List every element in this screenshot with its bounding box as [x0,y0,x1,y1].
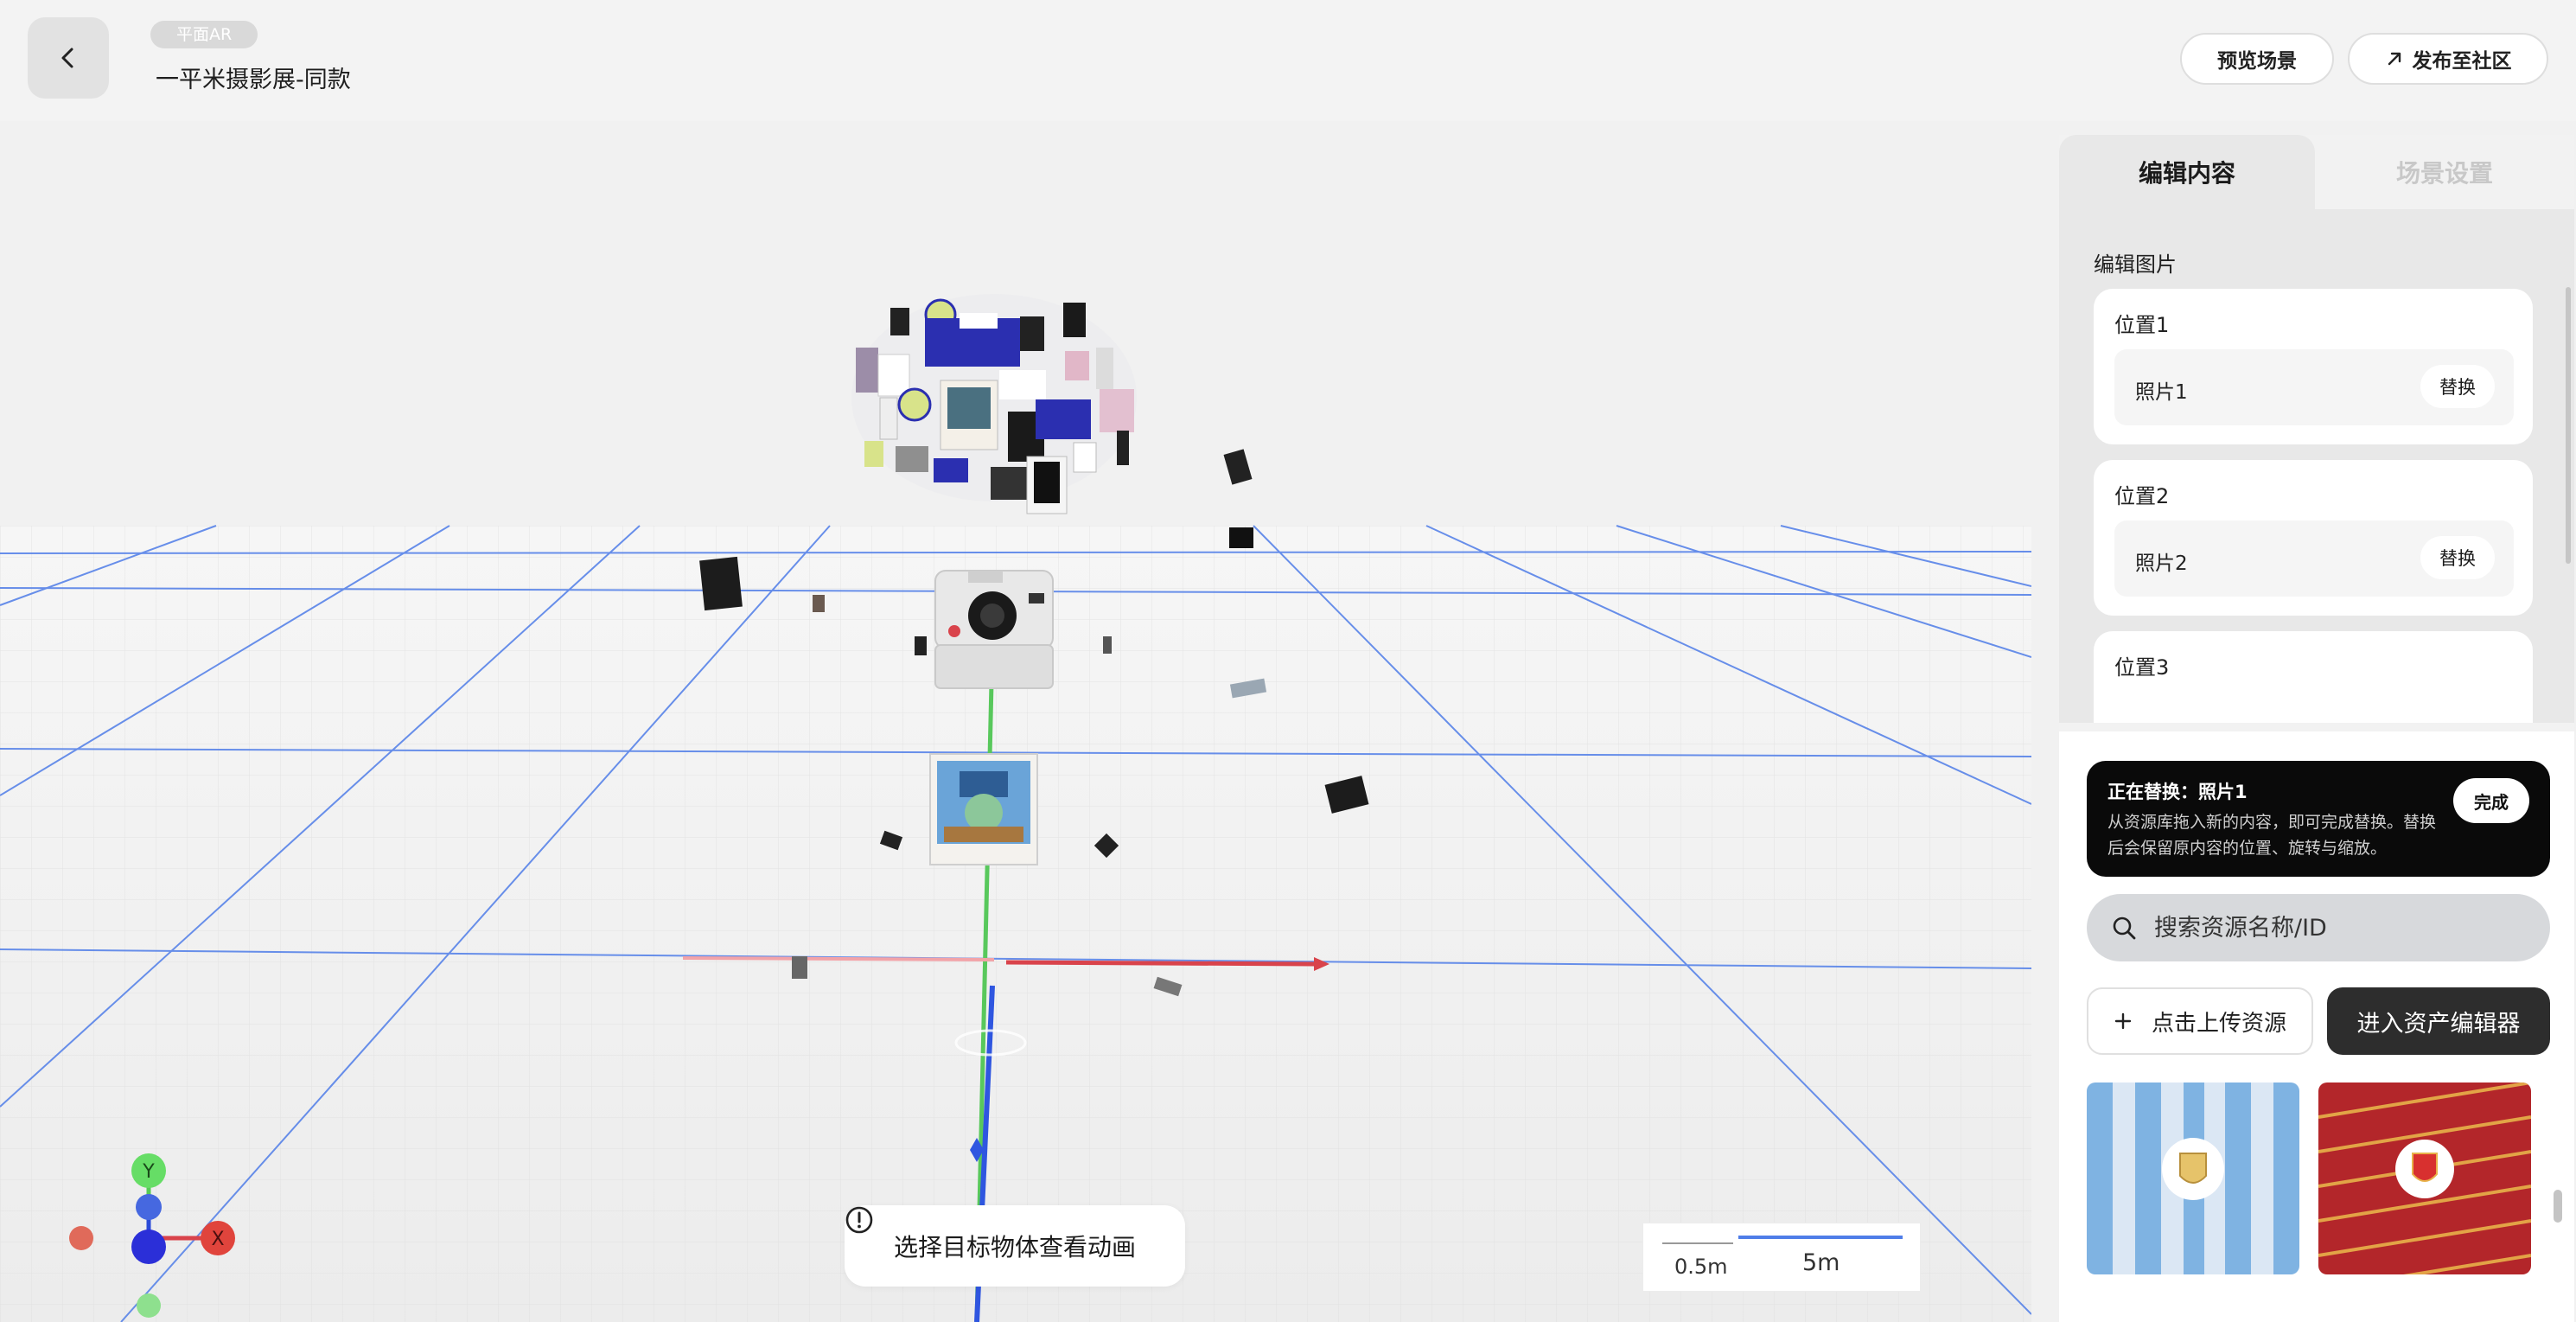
scene-viewport[interactable]: Y X 选择目标物体查看动画 0.5m 5m [0,121,2031,1322]
argentina-jersey-thumbnail[interactable] [2087,1083,2299,1274]
target-photo-frame[interactable] [929,753,1038,865]
spain-jersey-thumbnail[interactable] [2318,1083,2531,1274]
position-card: 位置3 [2094,631,2533,723]
publish-community-button[interactable]: 发布至社区 [2348,33,2548,85]
scale-line-large [1738,1236,1903,1239]
preview-scene-label: 预览场景 [2217,50,2297,73]
panel-tabs: 编辑内容 场景设置 [2059,135,2574,209]
replacing-title: 正在替换：照片1 [2107,782,2248,802]
replacing-description: 从资源库拖入新的内容，即可完成替换。替换后会保留原内容的位置、旋转与缩放。 [2107,813,2437,858]
replace-button[interactable]: 替换 [2420,536,2495,579]
photo-name: 照片2 [2135,552,2188,575]
gizmo-x-label: X [211,1229,224,1250]
library-scrollbar[interactable] [2554,1190,2562,1223]
scale-line-small [1662,1242,1733,1244]
asset-editor-button[interactable]: 进入资产编辑器 [2327,987,2550,1055]
x-axis-negative-line [682,956,995,961]
chevron-left-icon [61,48,73,68]
replace-button[interactable]: 替换 [2420,365,2495,408]
scale-small-label: 0.5m [1674,1255,1728,1279]
list-scrollbar[interactable] [2566,287,2571,564]
polaroid-camera-model[interactable] [934,570,1054,689]
position-title: 位置1 [2114,313,2170,337]
upload-resource-button[interactable]: 点击上传资源 [2087,987,2313,1055]
position-title: 位置3 [2114,655,2170,680]
position-title: 位置2 [2114,484,2170,508]
tab-scene-settings[interactable]: 场景设置 [2315,135,2574,209]
arrow-up-right-icon [2388,52,2401,66]
photo-row: 照片2 替换 [2114,520,2514,597]
section-title: 编辑图片 [2094,252,2177,277]
search-icon [2113,916,2136,940]
ar-scene-editor: 平面AR 一平米摄影展-同款 预览场景 发布至社区 Y X 选择目标物体查看动画… [0,0,2576,1322]
done-button[interactable]: 完成 [2453,778,2529,823]
scale-large-label: 5m [1802,1249,1840,1276]
page-title: 一平米摄影展-同款 [156,67,351,93]
animation-hint-toast: 选择目标物体查看动画 [845,1205,1185,1287]
resource-search[interactable] [2087,894,2550,961]
animation-hint-text: 选择目标物体查看动画 [893,1233,1136,1261]
scene-type-tag: 平面AR [150,21,258,48]
x-axis-line[interactable] [1005,960,1315,967]
resource-library: 正在替换：照片1 从资源库拖入新的内容，即可完成替换。替换后会保留原内容的位置、… [2059,731,2574,1322]
replacing-notice: 正在替换：照片1 从资源库拖入新的内容，即可完成替换。替换后会保留原内容的位置、… [2087,761,2550,877]
gizmo-y-label: Y [142,1161,155,1183]
photo-name: 照片1 [2135,381,2188,404]
tab-edit-content[interactable]: 编辑内容 [2059,135,2315,209]
back-button[interactable] [28,17,109,99]
publish-community-label: 发布至社区 [2412,50,2512,73]
upload-resource-label: 点击上传资源 [2151,1010,2286,1037]
preview-scene-button[interactable]: 预览场景 [2180,33,2334,85]
scene-canvas[interactable]: Y X [0,121,2031,1322]
photo-row: 照片1 替换 [2114,349,2514,425]
position-card: 位置2 照片2 替换 [2094,460,2533,616]
scale-indicator: 0.5m 5m [1642,1223,1921,1292]
position-card: 位置1 照片1 替换 [2094,289,2533,444]
exclamation-circle-icon [845,1206,873,1234]
right-panel: 编辑内容 场景设置 编辑图片 位置1 照片1 替换 位置2 照片2 替换 位置3… [2059,135,2574,1322]
edit-image-list[interactable]: 编辑图片 位置1 照片1 替换 位置2 照片2 替换 位置3 [2059,209,2574,723]
plus-icon [2114,1012,2132,1030]
top-header: 平面AR 一平米摄影展-同款 预览场景 发布至社区 [0,0,2576,121]
search-input[interactable] [2154,914,2535,942]
